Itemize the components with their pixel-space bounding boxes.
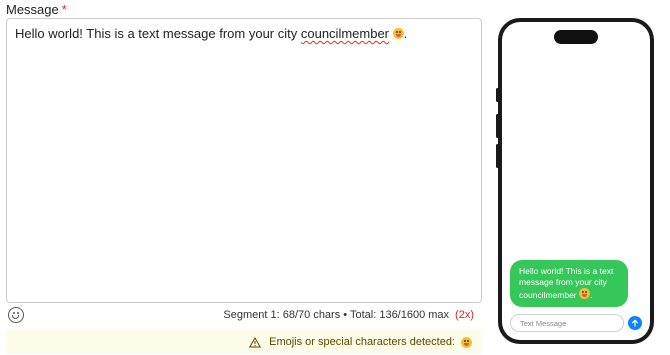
- warning-triangle-icon: [249, 336, 262, 347]
- arrow-up-icon: [631, 319, 639, 327]
- send-button[interactable]: [628, 316, 642, 330]
- message-label: Message *: [6, 2, 67, 17]
- message-text-prefix: Hello world! This is a text message from…: [15, 26, 301, 41]
- compose-input[interactable]: Text Message: [510, 314, 624, 332]
- compose-bar: Text Message: [510, 314, 642, 332]
- warning-text: Emojis or special characters detected:: [269, 336, 455, 348]
- bubble-text: Hello world! This is a text message from…: [519, 266, 614, 300]
- smiley-icon[interactable]: [8, 307, 24, 323]
- required-asterisk: *: [61, 2, 67, 17]
- misspelled-word: councilmember: [300, 26, 390, 41]
- phone-volume-down-button: [496, 144, 499, 168]
- message-bubble: Hello world! This is a text message from…: [510, 260, 628, 307]
- message-label-text: Message: [6, 2, 59, 17]
- message-textarea[interactable]: Hello world! This is a text message from…: [6, 18, 482, 303]
- phone-screen: Hello world! This is a text message from…: [502, 22, 650, 340]
- segment-info-text: Segment 1: 68/70 chars • Total: 136/1600…: [223, 309, 450, 321]
- segment-multiplier: (2x): [455, 309, 474, 321]
- dynamic-island: [554, 30, 598, 44]
- phone-side-button: [496, 88, 499, 102]
- segment-counter: Segment 1: 68/70 chars • Total: 136/1600…: [223, 309, 474, 321]
- tongue-emoji-icon: [392, 28, 404, 39]
- tongue-emoji-icon: [579, 288, 591, 299]
- phone-volume-up-button: [496, 114, 499, 138]
- phone-preview: Hello world! This is a text message from…: [496, 18, 654, 344]
- tongue-emoji-icon: [461, 336, 472, 348]
- message-text-suffix: .: [403, 26, 408, 41]
- special-characters-warning: Emojis or special characters detected:: [6, 330, 482, 354]
